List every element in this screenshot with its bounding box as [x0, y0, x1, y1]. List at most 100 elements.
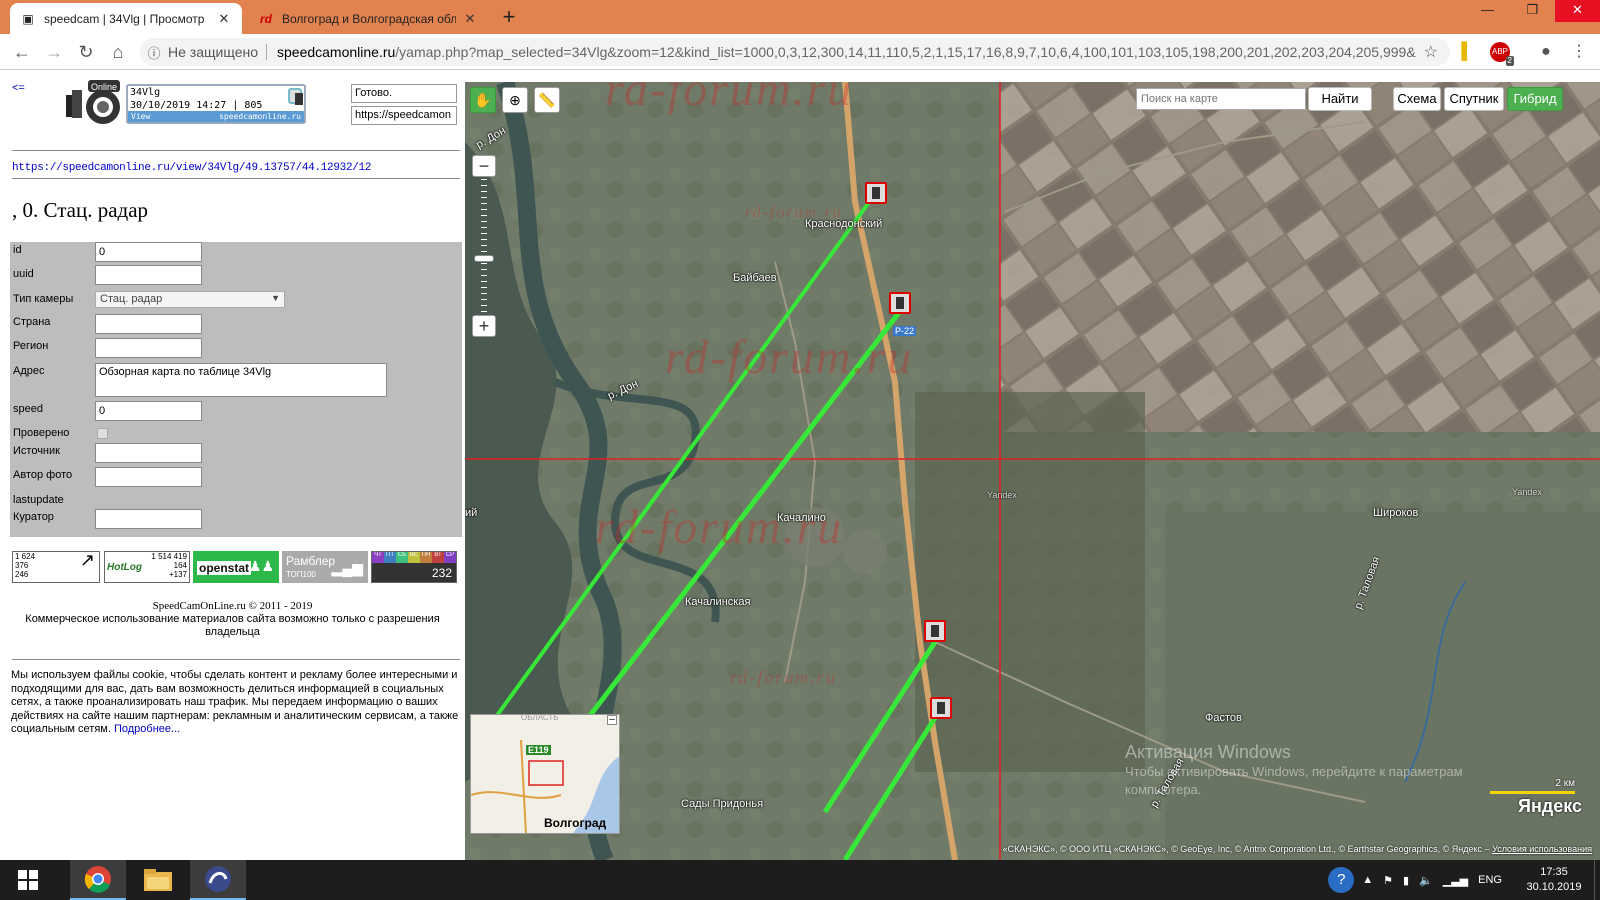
address-field[interactable]: Обзорная карта по таблице 34Vlg: [95, 363, 387, 397]
back-icon[interactable]: ←: [10, 41, 34, 63]
cookie-more-link[interactable]: Подробнее...: [114, 723, 180, 735]
counter-openstat[interactable]: openstat ♟♟: [193, 551, 279, 583]
network-icon[interactable]: ▁▃▅: [1443, 874, 1468, 887]
address-bar[interactable]: ⓘ Не защищено speedcamonline.ru/yamap.ph…: [140, 38, 1450, 66]
speed-camera-marker[interactable]: [889, 292, 911, 314]
stat-day: ЧТ: [372, 552, 384, 563]
flag-icon[interactable]: ⚑: [1383, 874, 1393, 887]
checked-checkbox[interactable]: [97, 428, 108, 439]
photo-author-field[interactable]: [95, 467, 202, 487]
tab-title: speedcam | 34Vlg | Просмотр: [44, 11, 205, 26]
reload-icon[interactable]: ↻: [74, 41, 98, 63]
camtype-select[interactable]: Стац. радар ▼: [95, 291, 285, 308]
menu-icon[interactable]: ⋮: [1568, 42, 1590, 62]
speed-camera-marker[interactable]: [924, 620, 946, 642]
windows-start-icon[interactable]: [0, 860, 56, 900]
uuid-label: uuid: [13, 268, 34, 280]
place-label: Качалинская: [685, 596, 751, 608]
tab-speedcam[interactable]: ▣ speedcam | 34Vlg | Просмотр ✕: [10, 3, 242, 34]
zoom-area-tool-icon[interactable]: ⊕: [502, 87, 528, 113]
show-desktop-button[interactable]: [1594, 860, 1600, 900]
close-tab-icon[interactable]: ✕: [216, 11, 232, 27]
minimap-collapse-icon[interactable]: –: [607, 715, 617, 725]
map[interactable]: rd-forum.ru rd-forum.ru rd-forum.ru rd-f…: [465, 82, 1600, 860]
chrome-icon[interactable]: [70, 860, 126, 900]
tab-volgograd[interactable]: rd Волгоград и Волгоградская обл ✕: [248, 3, 488, 34]
speed-field[interactable]: [95, 401, 202, 421]
counter-stat[interactable]: ЧТ ПТ СБ ВС ПН ВТ СР 232: [371, 551, 457, 583]
bookmark-extension-icon[interactable]: ▌: [1456, 42, 1478, 62]
stat-day: СБ: [396, 552, 408, 563]
app-icon[interactable]: [190, 860, 246, 900]
url-box[interactable]: https://speedcamon: [351, 106, 457, 125]
find-button[interactable]: Найти: [1308, 87, 1372, 111]
terms-link[interactable]: Условия использования: [1492, 844, 1592, 854]
battery-icon[interactable]: ▮: [1403, 874, 1409, 887]
uuid-field[interactable]: [95, 265, 202, 285]
counter-hotlog[interactable]: HotLog 1 514 419 164 +137: [104, 551, 190, 583]
zoom-out-button[interactable]: −: [472, 155, 496, 177]
place-label: Качалино: [777, 512, 826, 524]
help-icon[interactable]: ?: [1328, 867, 1355, 893]
camtype-label: Тип камеры: [13, 293, 74, 305]
region-label: Регион: [13, 340, 49, 352]
id-label: id: [13, 244, 22, 256]
language-indicator[interactable]: ENG: [1478, 874, 1502, 886]
id-field[interactable]: [95, 242, 202, 262]
speed-camera-marker[interactable]: [865, 182, 887, 204]
forward-icon[interactable]: →: [42, 41, 66, 63]
zoom-slider-handle[interactable]: [474, 255, 494, 262]
file-explorer-icon[interactable]: [130, 860, 186, 900]
place-label: Байбаев: [733, 272, 777, 284]
counter-rambler[interactable]: Рамблер ТОП100 ▂▄▆: [282, 551, 368, 583]
bookmark-star-icon[interactable]: ☆: [1424, 42, 1438, 62]
ruler-tool-icon[interactable]: 📏: [534, 87, 560, 113]
close-tab-icon[interactable]: ✕: [462, 11, 478, 27]
layer-hybrid-button[interactable]: Гибрид: [1507, 87, 1563, 111]
speed-label: speed: [13, 403, 43, 415]
map-search-input[interactable]: [1136, 88, 1306, 110]
source-field[interactable]: [95, 443, 202, 463]
yandex-tile-mark: Yandex: [987, 490, 1017, 500]
zoom-slider[interactable]: [481, 179, 487, 313]
home-icon[interactable]: ⌂: [106, 41, 130, 63]
profile-icon[interactable]: ●: [1535, 42, 1557, 62]
layer-scheme-button[interactable]: Схема: [1393, 87, 1441, 111]
scale-bar: 2 км: [1490, 778, 1575, 794]
camera-icon: [288, 88, 303, 105]
new-tab-button[interactable]: +: [496, 4, 522, 30]
info-code: 34Vlg: [130, 87, 161, 98]
curator-field[interactable]: [95, 509, 202, 529]
back-link[interactable]: <=: [12, 82, 25, 94]
permalink[interactable]: https://speedcamonline.ru/view/34Vlg/49.…: [12, 162, 371, 174]
adblock-icon[interactable]: ABP 2: [1490, 42, 1514, 66]
pan-tool-icon[interactable]: ✋: [470, 87, 496, 113]
show-hidden-icon[interactable]: ▲: [1362, 874, 1373, 886]
region-field[interactable]: [95, 338, 202, 358]
layer-satellite-button[interactable]: Спутник: [1444, 87, 1504, 111]
counter-value: 164: [173, 561, 187, 570]
counter-value: 246: [15, 570, 29, 579]
place-label: Краснодонский: [805, 218, 883, 230]
stat-day: ВТ: [432, 552, 444, 563]
counters: 1 624 376 246 ↗ HotLog 1 514 419 164 +13…: [12, 551, 460, 583]
adblock-badge: 2: [1505, 56, 1514, 66]
zoom-in-button[interactable]: +: [472, 315, 496, 337]
country-label: Страна: [13, 316, 51, 328]
restore-button[interactable]: ❐: [1510, 0, 1555, 22]
info-icon[interactable]: ⓘ: [140, 43, 168, 62]
speed-camera-marker[interactable]: [930, 697, 952, 719]
activation-text: Чтобы активировать Windows, перейдите к …: [1125, 764, 1463, 797]
place-label: Фастов: [1205, 712, 1242, 724]
clock[interactable]: 17:35 30.10.2019: [1514, 865, 1594, 895]
minimize-button[interactable]: —: [1465, 0, 1510, 22]
info-box: 34Vlg 30/10/2019 14:27 | 805 View speedca…: [126, 84, 306, 124]
minimap[interactable]: ОБЛАСТЬ E119 Волгоград –: [470, 714, 620, 834]
place-label: ий: [465, 507, 478, 519]
counter-liveinternet[interactable]: 1 624 376 246 ↗: [12, 551, 100, 583]
country-field[interactable]: [95, 314, 202, 334]
close-window-button[interactable]: ✕: [1555, 0, 1600, 22]
volume-icon[interactable]: 🔈: [1419, 874, 1433, 887]
copyright: SpeedCamOnLine.ru © 2011 - 2019: [152, 600, 313, 612]
minimap-route: E119: [526, 745, 551, 755]
